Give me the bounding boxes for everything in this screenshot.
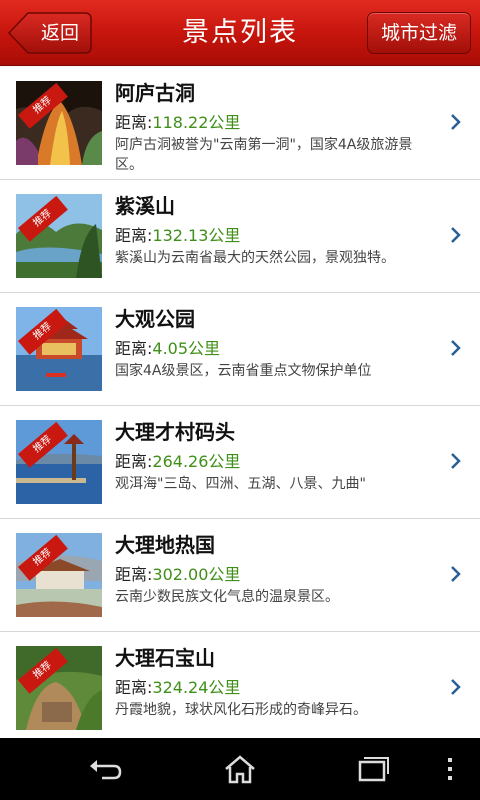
thumbnail-image: 推荐: [16, 194, 102, 278]
distance-value: 264.26公里: [152, 452, 241, 471]
distance-prefix: 距离:: [115, 565, 153, 584]
thumbnail-image: 推荐: [16, 533, 102, 617]
spot-distance: 距离:4.05公里: [115, 335, 220, 359]
city-filter-button[interactable]: 城市过滤: [367, 12, 471, 54]
distance-value: 4.05公里: [152, 339, 221, 358]
spot-description: 紫溪山为云南省最大的天然公园，景观独特。: [115, 250, 395, 266]
spot-name: 紫溪山: [115, 194, 175, 218]
home-icon[interactable]: [223, 754, 257, 784]
recent-apps-icon[interactable]: [356, 754, 390, 784]
list-item[interactable]: 推荐 紫溪山 距离:132.13公里 紫溪山为云南省最大的天然公园，景观独特。: [0, 180, 480, 293]
chevron-right-icon: [451, 114, 461, 130]
scenic-spot-list: 推荐 阿庐古洞 距离:118.22公里 阿庐古洞被誉为"云南第一洞"，国家4A级…: [0, 67, 480, 738]
thumbnail-image: 推荐: [16, 81, 102, 165]
spot-distance: 距离:302.00公里: [115, 561, 240, 585]
distance-value: 302.00公里: [152, 565, 241, 584]
spot-distance: 距离:324.24公里: [115, 674, 240, 698]
spot-distance: 距离:264.26公里: [115, 448, 240, 472]
spot-description: 阿庐古洞被誉为"云南第一洞"，国家4A级旅游景区。: [115, 137, 413, 173]
menu-icon[interactable]: [440, 754, 460, 784]
thumbnail-image: 推荐: [16, 646, 102, 730]
distance-prefix: 距离:: [115, 226, 153, 245]
list-item[interactable]: 推荐 阿庐古洞 距离:118.22公里 阿庐古洞被誉为"云南第一洞"，国家4A级…: [0, 67, 480, 180]
spot-description: 丹霞地貌，球状风化石形成的奇峰异石。: [115, 702, 367, 718]
thumbnail-image: 推荐: [16, 307, 102, 391]
distance-prefix: 距离:: [115, 113, 153, 132]
header-bar: 返回 景点列表 城市过滤: [0, 0, 480, 66]
chevron-right-icon: [451, 566, 461, 582]
spot-name: 大理才村码头: [115, 420, 235, 444]
spot-description: 云南少数民族文化气息的温泉景区。: [115, 589, 339, 605]
list-item[interactable]: 推荐 大观公园 距离:4.05公里 国家4A级景区，云南省重点文物保护单位: [0, 293, 480, 406]
spot-name: 大观公园: [115, 307, 195, 331]
chevron-right-icon: [451, 227, 461, 243]
spot-distance: 距离:118.22公里: [115, 109, 240, 133]
distance-value: 324.24公里: [152, 678, 241, 697]
distance-prefix: 距离:: [115, 452, 153, 471]
distance-prefix: 距离:: [115, 678, 153, 697]
spot-name: 大理石宝山: [115, 646, 215, 670]
chevron-right-icon: [451, 679, 461, 695]
spot-name: 阿庐古洞: [115, 81, 195, 105]
list-item[interactable]: 推荐 大理石宝山 距离:324.24公里 丹霞地貌，球状风化石形成的奇峰异石。: [0, 632, 480, 738]
distance-value: 118.22公里: [152, 113, 241, 132]
distance-prefix: 距离:: [115, 339, 153, 358]
list-item[interactable]: 推荐 大理地热国 距离:302.00公里 云南少数民族文化气息的温泉景区。: [0, 519, 480, 632]
spot-description: 观洱海"三岛、四洲、五湖、八景、九曲": [115, 476, 366, 492]
spot-distance: 距离:132.13公里: [115, 222, 240, 246]
chevron-right-icon: [451, 340, 461, 356]
system-navigation-bar: [0, 738, 480, 800]
chevron-right-icon: [451, 453, 461, 469]
distance-value: 132.13公里: [152, 226, 241, 245]
list-item[interactable]: 推荐 大理才村码头 距离:264.26公里 观洱海"三岛、四洲、五湖、八景、九曲…: [0, 406, 480, 519]
back-icon[interactable]: [88, 754, 122, 784]
thumbnail-image: 推荐: [16, 420, 102, 504]
spot-description: 国家4A级景区，云南省重点文物保护单位: [115, 363, 372, 379]
spot-name: 大理地热国: [115, 533, 215, 557]
